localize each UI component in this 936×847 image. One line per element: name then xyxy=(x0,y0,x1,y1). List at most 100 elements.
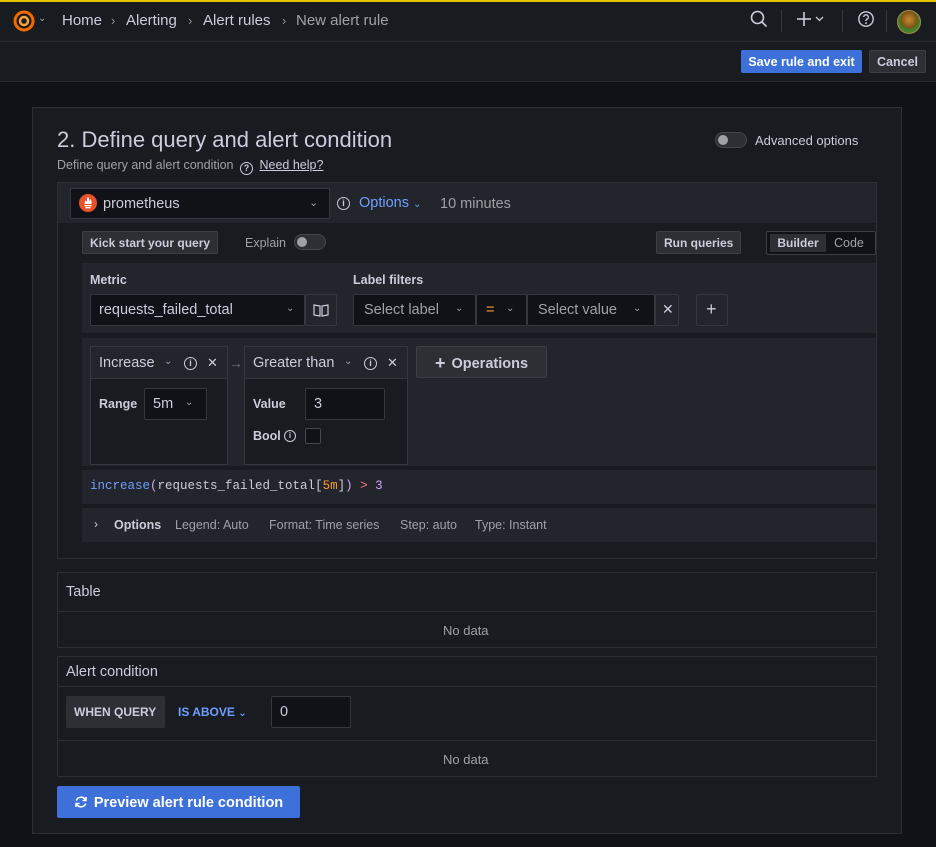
info-icon[interactable]: i xyxy=(364,357,377,370)
help-icon[interactable] xyxy=(857,10,875,33)
need-help-link[interactable]: Need help? xyxy=(259,158,323,172)
book-icon xyxy=(313,304,329,317)
label-operator-select[interactable] xyxy=(476,294,527,326)
prometheus-icon xyxy=(79,194,97,212)
cancel-button[interactable]: Cancel xyxy=(869,50,926,73)
operation-name[interactable]: Greater than xyxy=(253,355,334,371)
builder-mode-tab[interactable]: Builder xyxy=(770,234,826,252)
chevron-right-icon[interactable]: › xyxy=(94,517,98,531)
arrow-right-icon: → xyxy=(229,355,243,371)
toolbar-divider xyxy=(842,10,843,32)
label-select-placeholder: Select label xyxy=(364,302,439,318)
plus-icon[interactable] xyxy=(796,9,826,34)
breadcrumb-separator: › xyxy=(111,13,116,28)
query-expression-preview: increase(requests_failed_total[5m]) > 3 xyxy=(82,470,876,504)
condition-operator-select[interactable]: IS ABOVE ⌄ xyxy=(178,705,247,719)
chevron-down-icon: ⌄ xyxy=(413,199,422,210)
search-icon[interactable] xyxy=(750,10,768,33)
operations-label: Operations xyxy=(451,355,529,372)
options-row-label[interactable]: Options xyxy=(114,518,161,532)
expr-paren: ( xyxy=(150,479,158,493)
value-input-text: 3 xyxy=(314,396,323,412)
section-subtitle: Define query and alert condition ? Need … xyxy=(57,158,323,175)
metric-label: Metric xyxy=(90,273,127,287)
label-operator-value: = xyxy=(486,302,495,318)
chevron-down-icon: ⌄ xyxy=(185,397,194,408)
breadcrumb-separator: › xyxy=(188,13,193,28)
plus-icon: + xyxy=(434,352,446,373)
avatar[interactable] xyxy=(897,10,921,34)
info-icon[interactable]: i xyxy=(184,357,197,370)
info-icon[interactable]: i xyxy=(284,430,296,442)
info-icon[interactable]: i xyxy=(337,197,350,210)
value-select-placeholder: Select value xyxy=(538,302,617,318)
chevron-down-icon: ⌄ xyxy=(309,197,319,209)
kick-start-query-button[interactable]: Kick start your query xyxy=(82,231,219,254)
when-query-label: WHEN QUERY xyxy=(74,705,157,719)
when-query-tag: WHEN QUERY xyxy=(66,696,165,728)
explain-label: Explain xyxy=(245,236,286,250)
expr-number: 3 xyxy=(375,479,383,493)
add-filter-button[interactable]: + xyxy=(696,294,728,326)
grafana-logo-icon[interactable] xyxy=(12,9,36,33)
chevron-down-icon: ⌄ xyxy=(506,303,515,314)
chevron-down-icon[interactable]: ⌄ xyxy=(344,356,352,367)
format-info: Format: Time series xyxy=(269,518,380,532)
table-no-data: No data xyxy=(443,623,489,638)
bool-checkbox[interactable] xyxy=(305,428,321,444)
alert-no-data: No data xyxy=(443,752,489,767)
expr-metric: requests_failed_total xyxy=(157,479,316,493)
divider xyxy=(58,740,876,741)
bool-label: Bool xyxy=(253,429,281,443)
save-rule-and-exit-button[interactable]: Save rule and exit xyxy=(741,50,862,73)
expr-bracket: [ xyxy=(315,479,323,493)
chevron-down-icon[interactable]: ⌄ xyxy=(38,13,46,24)
value-label: Value xyxy=(253,397,286,411)
help-circle-icon: ? xyxy=(240,162,253,175)
code-mode-tab[interactable]: Code xyxy=(834,236,864,250)
chevron-down-icon: ⌄ xyxy=(633,303,642,314)
expr-paren: ) xyxy=(345,479,353,493)
expr-duration: 5m xyxy=(322,479,338,493)
divider xyxy=(58,686,876,687)
run-queries-button[interactable]: Run queries xyxy=(656,231,742,254)
preview-button-label: Preview alert rule condition xyxy=(93,795,284,811)
breadcrumb-current: New alert rule xyxy=(296,12,389,29)
chevron-down-icon: ⌄ xyxy=(455,303,464,314)
step-info: Step: auto xyxy=(400,518,457,532)
close-icon[interactable]: ✕ xyxy=(207,355,218,371)
operation-name[interactable]: Increase xyxy=(99,355,155,371)
add-operation-button[interactable]: + Operations xyxy=(416,346,547,378)
chevron-down-icon: ⌄ xyxy=(286,303,295,314)
advanced-options-label: Advanced options xyxy=(755,133,859,148)
query-time-range: 10 minutes xyxy=(440,196,511,212)
breadcrumb-separator: › xyxy=(282,13,287,28)
expr-bracket: ] xyxy=(337,479,346,493)
metrics-explorer-button[interactable] xyxy=(305,294,337,326)
toolbar-divider xyxy=(781,10,782,32)
breadcrumb-home[interactable]: Home xyxy=(62,12,102,29)
close-icon: ✕ xyxy=(662,301,674,317)
plus-icon: + xyxy=(706,299,717,319)
alert-condition-title: Alert condition xyxy=(66,664,158,680)
range-label: Range xyxy=(99,397,138,411)
explain-toggle[interactable] xyxy=(294,234,326,250)
breadcrumb-alerting[interactable]: Alerting xyxy=(126,12,177,29)
expr-function: increase xyxy=(90,479,151,493)
subtitle-text: Define query and alert condition xyxy=(57,158,234,172)
refresh-icon xyxy=(75,796,87,808)
section-title: 2. Define query and alert condition xyxy=(57,127,393,152)
breadcrumb-alert-rules[interactable]: Alert rules xyxy=(203,12,271,29)
legend-info: Legend: Auto xyxy=(175,518,249,532)
preview-alert-rule-button[interactable]: Preview alert rule condition xyxy=(57,786,300,818)
remove-filter-button[interactable]: ✕ xyxy=(655,294,679,326)
query-options-label: Options xyxy=(359,195,409,211)
query-options-toggle[interactable]: Options ⌄ xyxy=(359,195,421,211)
label-filters-label: Label filters xyxy=(353,273,424,287)
advanced-options-toggle[interactable] xyxy=(715,132,747,148)
divider xyxy=(58,611,876,612)
table-title: Table xyxy=(66,584,101,600)
chevron-down-icon[interactable]: ⌄ xyxy=(164,356,172,367)
close-icon[interactable]: ✕ xyxy=(387,355,398,371)
metric-value: requests_failed_total xyxy=(99,302,233,318)
